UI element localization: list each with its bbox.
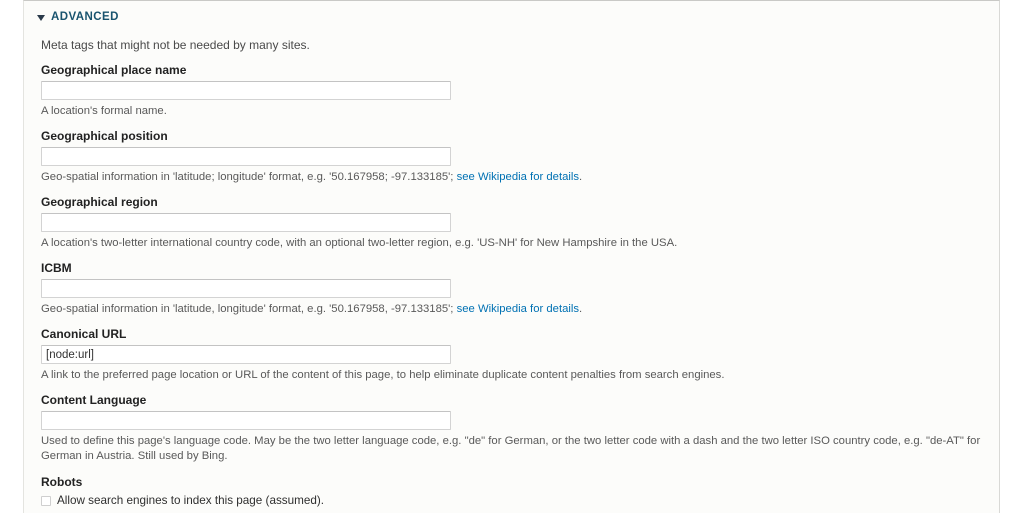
form-item: Canonical URL A link to the preferred pag… xyxy=(41,327,999,383)
robots-checkbox-label: Allow search engines to index this page … xyxy=(57,493,325,507)
meta-tag-fields: Geographical place name A location's form… xyxy=(41,63,999,464)
field-description-tail: . xyxy=(579,171,583,183)
advanced-section-label: ADVANCED xyxy=(51,11,119,23)
advanced-meta-tags-panel: ADVANCED Meta tags that might not be nee… xyxy=(23,0,1000,513)
form-item: ICBM Geo-spatial information in 'latitude… xyxy=(41,261,999,317)
advanced-section-toggle[interactable]: ADVANCED xyxy=(24,1,999,24)
chevron-down-icon xyxy=(37,15,45,21)
robots-checkbox-row[interactable]: Allow search engines to index this page … xyxy=(41,492,999,509)
wikipedia-details-link[interactable]: see Wikipedia for details xyxy=(457,171,579,183)
field-description-text: A location's formal name. xyxy=(41,105,167,117)
field-input[interactable] xyxy=(41,411,451,430)
field-description: A location's formal name. xyxy=(41,104,981,119)
field-input[interactable] xyxy=(41,213,451,232)
field-input[interactable] xyxy=(41,345,451,364)
form-item: Geographical position Geo-spatial informa… xyxy=(41,129,999,185)
field-description: A location's two-letter international co… xyxy=(41,236,981,251)
field-label: ICBM xyxy=(41,261,72,275)
field-label: Geographical region xyxy=(41,195,158,209)
field-description-text: Geo-spatial information in 'latitude; lo… xyxy=(41,171,457,183)
field-description-text: A location's two-letter international co… xyxy=(41,237,678,249)
checkbox-icon[interactable] xyxy=(41,495,51,506)
field-label: Canonical URL xyxy=(41,327,127,341)
field-description: Geo-spatial information in 'latitude; lo… xyxy=(41,170,981,185)
field-label: Geographical position xyxy=(41,129,168,143)
field-description: Geo-spatial information in 'latitude, lo… xyxy=(41,302,981,317)
field-description-text: A link to the preferred page location or… xyxy=(41,369,725,381)
form-item: Geographical region A location's two-lett… xyxy=(41,195,999,251)
field-description: Used to define this page's language code… xyxy=(41,434,981,464)
wikipedia-details-link[interactable]: see Wikipedia for details xyxy=(457,303,579,315)
field-input[interactable] xyxy=(41,147,451,166)
field-description: A link to the preferred page location or… xyxy=(41,368,981,383)
field-label: Content Language xyxy=(41,393,147,407)
field-description-text: Geo-spatial information in 'latitude, lo… xyxy=(41,303,457,315)
form-item: Content Language Used to define this page… xyxy=(41,393,999,464)
field-description-text: Used to define this page's language code… xyxy=(41,435,981,462)
section-intro-text: Meta tags that might not be needed by ma… xyxy=(41,38,310,52)
field-input[interactable] xyxy=(41,81,451,100)
form-item: Geographical place name A location's form… xyxy=(41,63,999,119)
robots-checkbox-group: Robots Allow search engines to index thi… xyxy=(41,475,999,513)
robots-group-label: Robots xyxy=(41,475,83,489)
advanced-section-body: Meta tags that might not be needed by ma… xyxy=(24,38,999,513)
field-input[interactable] xyxy=(41,279,451,298)
robots-options-list: Allow search engines to index this page … xyxy=(41,492,999,513)
field-description-tail: . xyxy=(579,303,583,315)
field-label: Geographical place name xyxy=(41,63,187,77)
